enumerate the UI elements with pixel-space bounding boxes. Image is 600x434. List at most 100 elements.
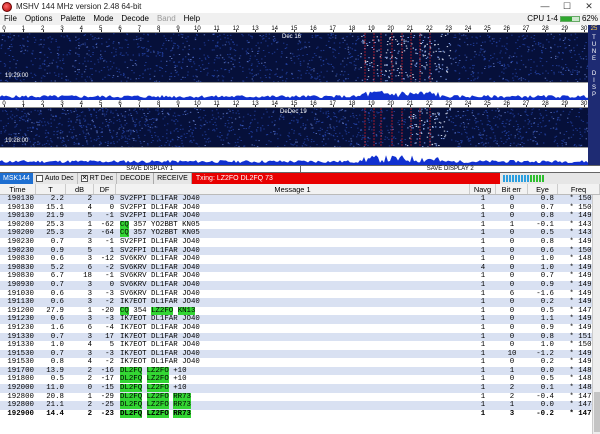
- waterfall-pixel: [133, 124, 136, 126]
- waterfall-pixel: [438, 63, 440, 65]
- menu-help[interactable]: Help: [180, 13, 204, 25]
- table-row[interactable]: 190130 2.2 2 0 SV2FPI DL1FAR JO40 1 0 0.8 * 1500: [0, 195, 600, 204]
- waterfall-pixel: [184, 114, 187, 115]
- table-row[interactable]: 190130 21.9 5 -1 SV2FPI DL1FAR JO40 1 0 0.8 * 14…: [0, 212, 600, 221]
- waterfall-pixel: [97, 61, 100, 63]
- header-bit-err[interactable]: Bit err: [496, 184, 528, 194]
- table-row[interactable]: 191030 0.6 3 -3 SV6KRV DL1FAR JO40 1 6 -1.6 * 14…: [0, 289, 600, 299]
- waterfall-pixel: [503, 143, 505, 145]
- waterfall-pixel: [150, 141, 153, 143]
- table-row[interactable]: 190200 25.3 2 -64 CQ 357 YO2BBT KN05 1 0 0.5 * 1…: [0, 229, 600, 238]
- receive-button[interactable]: RECEIVE: [154, 173, 192, 184]
- waterfall-pixel: [9, 67, 11, 69]
- waterfall-pixel: [510, 62, 512, 64]
- waterfall-pixel: [523, 142, 525, 144]
- waterfall-pixel: [84, 44, 86, 46]
- save-display-1-button[interactable]: SAVE DISPLAY 1: [0, 166, 300, 172]
- table-row[interactable]: 191700 13.9 2 -16 DL2FQ LZ2FO +10 1 1 0.0 * 1483: [0, 366, 600, 376]
- waterfall-pixel: [552, 38, 555, 40]
- rt-dec-option[interactable]: ✕ RT Dec: [78, 173, 118, 184]
- waterfall-pixel: [336, 117, 338, 119]
- table-row[interactable]: 190200 25.3 1 -62 CQ 357 YO2BBT KN05 1 1 -0.1 * …: [0, 220, 600, 230]
- rt-dec-checkbox[interactable]: ✕: [80, 175, 88, 182]
- table-row[interactable]: 191800 0.5 2 -17 DL2FQ LZ2FO +10 1 0 0.5 * 1482: [0, 375, 600, 385]
- menu-palette[interactable]: Palette: [56, 13, 89, 25]
- scrollbar-thumb[interactable]: [594, 392, 600, 432]
- cell-db: 2: [87, 195, 92, 203]
- waterfall-pixel: [447, 33, 449, 35]
- table-row[interactable]: 192000 11.0 0 -15 DL2FQ LZ2FO +10 1 2 0.1 * 1484: [0, 384, 600, 393]
- table-row[interactable]: 191530 0.8 4 -2 IK7EOT DL1FAR JO40 1 0 0.2 * 149…: [0, 358, 600, 367]
- close-button[interactable]: ✕: [578, 0, 600, 13]
- cell-bit-err: 0: [509, 212, 515, 221]
- message-text: SV2FPI DL1FAR JO40: [120, 195, 200, 203]
- table-row[interactable]: 192800 21.1 2 -25 DL2FQ LZ2FO RR73 1 1 0.0 * 147…: [0, 401, 600, 410]
- waterfall-pixel: [571, 125, 574, 127]
- decode-table[interactable]: Time T dB DF Message 1 Navg Bit err Eye …: [0, 184, 600, 434]
- table-row[interactable]: 190930 0.7 3 0 SV6KRV DL1FAR JO40 1 0 0.9 * 1499: [0, 280, 600, 290]
- waterfall-pixel: [395, 39, 397, 41]
- table-scrollbar[interactable]: [592, 195, 600, 434]
- waterfall-pixel: [191, 141, 193, 143]
- menu-band[interactable]: Band: [153, 13, 180, 25]
- waterfall-pixel: [149, 68, 152, 70]
- menu-file[interactable]: File: [0, 13, 21, 25]
- message-text: IK7EOT DL1FAR JO40: [120, 341, 200, 350]
- table-row[interactable]: 191130 0.6 3 -2 IK7EOT DL1FAR JO40 1 0 0.2 * 149…: [0, 298, 600, 307]
- table-row[interactable]: 190830 0.6 3 -12 SV6KRV DL1FAR JO40 1 0 1.0 * 14…: [0, 255, 600, 264]
- decode-button[interactable]: DECODE: [117, 173, 155, 184]
- header-eye[interactable]: Eye: [528, 184, 558, 194]
- waterfall-pixel: [493, 38, 495, 40]
- header-time[interactable]: Time: [0, 184, 36, 194]
- waterfall-pixel: [107, 74, 109, 76]
- tune-disp-sidebar[interactable]: 25 T U N E D I S P: [588, 25, 600, 173]
- waterfall-pixel: [376, 65, 379, 67]
- waterfall-pixel: [149, 73, 151, 75]
- save-display-2-button[interactable]: SAVE DISPLAY 2: [299, 166, 600, 172]
- menu-options[interactable]: Options: [21, 13, 57, 25]
- waterfall-pixel: [227, 54, 229, 56]
- waterfall-pixel: [96, 138, 98, 140]
- waterfall-display-1[interactable]: Dec 16 19:29:00: [0, 33, 588, 82]
- table-row[interactable]: 190230 0.7 3 -1 SV2FPI DL1FAR JO40 1 0 0.8 * 149…: [0, 237, 600, 247]
- table-row[interactable]: 191330 1.0 4 5 IK7EOT DL1FAR JO40 1 0 1.0 * 1505: [0, 341, 600, 350]
- header-t[interactable]: T: [36, 184, 66, 194]
- table-row[interactable]: 192800 20.8 1 -29 DL2FQ LZ2FO RR73 1 2 -0.4 * 14…: [0, 392, 600, 402]
- highlighted-token: RR73: [173, 392, 191, 401]
- menu-decode[interactable]: Decode: [117, 13, 153, 25]
- header-df[interactable]: DF: [94, 184, 116, 194]
- waterfall-pixel: [476, 42, 478, 44]
- auto-dec-option[interactable]: Auto Dec: [33, 173, 78, 184]
- waterfall-pixel: [219, 136, 221, 138]
- waterfall-pixel: [360, 67, 362, 69]
- minimize-button[interactable]: —: [534, 0, 556, 13]
- header-navg[interactable]: Navg: [470, 184, 496, 194]
- table-row[interactable]: 191200 27.9 1 -20 CQ 354 LZ2FO KN13 1 0 0.5 * 14…: [0, 306, 600, 316]
- table-row[interactable]: 191230 0.6 3 -3 IK7EOT DL1FAR JO40 1 0 1.1 * 149…: [0, 315, 600, 324]
- header-message[interactable]: Message 1: [116, 184, 470, 194]
- table-row[interactable]: 190230 0.9 5 1 SV2FPI DL1FAR JO40 1 0 0.6 * 1501: [0, 246, 600, 256]
- waterfall-display-2[interactable]: DeDec 19 19:28:00: [0, 108, 588, 147]
- table-row[interactable]: 191230 1.6 6 -4 IK7EOT DL1FAR JO40 1 0 0.9 * 149…: [0, 323, 600, 333]
- auto-dec-checkbox[interactable]: [35, 175, 43, 182]
- header-db[interactable]: dB: [66, 184, 94, 194]
- waterfall-pixel: [260, 130, 262, 132]
- waterfall-pixel: [104, 115, 106, 117]
- waterfall-pixel: [307, 63, 309, 65]
- scale-1-tick-mark: [545, 30, 547, 32]
- mode-indicator[interactable]: MSK144: [0, 173, 33, 184]
- waterfall-pixel: [50, 140, 52, 142]
- waterfall-pixel: [411, 115, 413, 117]
- maximize-button[interactable]: ☐: [556, 0, 578, 13]
- waterfall-pixel: [444, 134, 447, 136]
- waterfall-pixel: [311, 37, 314, 38]
- table-row[interactable]: 191530 0.7 3 -3 IK7EOT DL1FAR JO40 1 10 -1.2 * 1…: [0, 349, 600, 359]
- table-row[interactable]: 190830 6.7 18 -1 SV6KRV DL1FAR JO40 1 0 0.7 * 14…: [0, 272, 600, 281]
- header-freq[interactable]: Freq: [558, 184, 600, 194]
- table-row[interactable]: 190830 5.2 6 -2 SV6KRV DL1FAR JO40 4 0 1.0 * 149…: [0, 263, 600, 273]
- menu-mode[interactable]: Mode: [89, 13, 117, 25]
- table-row[interactable]: 190130 15.1 4 0 SV2FPI DL1FAR JO40 1 0 0.7 * 150…: [0, 203, 600, 213]
- waterfall-pixel: [254, 110, 256, 112]
- table-row[interactable]: 192900 14.4 2 -23 DL2FQ LZ2FO RR73 1 3 -0.2 * 14…: [0, 409, 600, 419]
- table-row[interactable]: 191330 0.7 3 17 IK7EOT DL1FAR JO40 1 0 0.8 * 151…: [0, 332, 600, 342]
